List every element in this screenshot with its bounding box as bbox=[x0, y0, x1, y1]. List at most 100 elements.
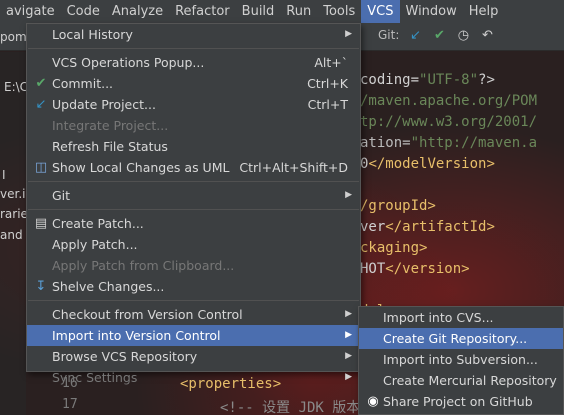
menu-tools[interactable]: Tools bbox=[317, 0, 361, 23]
menu-item-integrate-project: Integrate Project... bbox=[27, 115, 360, 136]
code-token: </modelVersion> bbox=[368, 156, 495, 172]
menu-item-label: Create Patch... bbox=[52, 216, 144, 231]
project-tree-text: pom bbox=[0, 30, 27, 44]
menu-item-commit[interactable]: ✔ Commit... Ctrl+K bbox=[27, 73, 360, 94]
import-vcs-submenu: Import into CVS... Create Git Repository.… bbox=[358, 306, 564, 415]
menu-item-label: Refresh File Status bbox=[52, 139, 168, 154]
menu-item-label: Browse VCS Repository bbox=[52, 349, 198, 364]
menu-refactor[interactable]: Refactor bbox=[169, 0, 236, 23]
code-token: "http://maven.a bbox=[410, 135, 538, 151]
menu-item-create-patch[interactable]: ▤ Create Patch... bbox=[27, 213, 360, 234]
menu-separator bbox=[28, 181, 359, 182]
menu-item-label: Shelve Changes... bbox=[52, 279, 165, 294]
commit-check-icon[interactable]: ✔ bbox=[431, 27, 447, 43]
submenu-arrow-icon: ▶ bbox=[345, 330, 352, 340]
menu-item-vcs-operations-popup[interactable]: VCS Operations Popup... Alt+` bbox=[27, 52, 360, 73]
menu-item-label: Checkout from Version Control bbox=[52, 307, 243, 322]
code-token: coding= bbox=[360, 72, 420, 88]
menu-avigate[interactable]: avigate bbox=[0, 0, 61, 23]
menu-item-import-into-cvs[interactable]: Import into CVS... bbox=[359, 307, 563, 328]
menu-item-show-local-changes-as-uml[interactable]: ◫ Show Local Changes as UML Ctrl+Alt+Shift… bbox=[27, 157, 360, 178]
menu-item-label: Update Project... bbox=[52, 97, 156, 112]
code-line: ver</artifactId> bbox=[360, 217, 564, 238]
menu-separator bbox=[28, 209, 359, 210]
menu-item-local-history[interactable]: Local History ▶ bbox=[27, 24, 360, 45]
menu-item-checkout-from-version-control[interactable]: Checkout from Version Control ▶ bbox=[27, 304, 360, 325]
menu-item-create-mercurial-repository[interactable]: Create Mercurial Repository bbox=[359, 370, 563, 391]
code-token: /maven.apache.org/POM bbox=[360, 93, 538, 109]
shortcut-text: Ctrl+T bbox=[307, 97, 348, 112]
code-token: "UTF-8" bbox=[419, 72, 479, 88]
submenu-arrow-icon: ▶ bbox=[345, 190, 352, 200]
menu-item-refresh-file-status[interactable]: Refresh File Status bbox=[27, 136, 360, 157]
menu-item-apply-patch-from-clipboard: Apply Patch from Clipboard... bbox=[27, 255, 360, 276]
menu-item-label: Create Git Repository... bbox=[383, 331, 528, 346]
menu-item-label: Integrate Project... bbox=[52, 118, 169, 133]
submenu-arrow-icon: ▶ bbox=[345, 351, 352, 361]
code-line: HOT</version> bbox=[360, 259, 564, 280]
menu-run[interactable]: Run bbox=[280, 0, 317, 23]
vcs-dropdown-menu: Local History ▶ VCS Operations Popup... Alt… bbox=[26, 23, 361, 385]
code-line: ation="http://maven.a bbox=[360, 133, 564, 154]
code-token: ation= bbox=[360, 135, 411, 151]
shortcut-text: Ctrl+K bbox=[307, 76, 348, 91]
menu-item-label: VCS Operations Popup... bbox=[52, 55, 205, 70]
update-project-icon[interactable]: ↙ bbox=[407, 27, 423, 43]
menu-item-create-git-repository[interactable]: Create Git Repository... bbox=[359, 328, 563, 349]
menu-vcs[interactable]: VCS bbox=[361, 0, 400, 23]
menu-analyze[interactable]: Analyze bbox=[106, 0, 169, 23]
code-token: </artifactId> bbox=[385, 219, 495, 235]
menu-item-browse-vcs-repository[interactable]: Browse VCS Repository ▶ bbox=[27, 346, 360, 367]
menu-item-update-project[interactable]: ↙ Update Project... Ctrl+T bbox=[27, 94, 360, 115]
code-line: tp://www.w3.org/2001/ bbox=[360, 112, 564, 133]
code-token: ckaging> bbox=[360, 240, 428, 256]
code-token: ver bbox=[360, 219, 386, 235]
code-token: ?> bbox=[478, 72, 495, 88]
patch-icon: ▤ bbox=[34, 216, 48, 231]
code-token: </version> bbox=[385, 261, 470, 277]
code-editor: coding="UTF-8"?> /maven.apache.org/POM tp:… bbox=[360, 70, 564, 322]
menu-item-label: Apply Patch from Clipboard... bbox=[52, 258, 235, 273]
menu-code[interactable]: Code bbox=[61, 0, 106, 23]
code-line: /maven.apache.org/POM bbox=[360, 91, 564, 112]
menu-separator bbox=[28, 48, 359, 49]
github-icon: ◉ bbox=[367, 394, 379, 409]
project-tree-text: I bbox=[2, 168, 6, 182]
submenu-arrow-icon: ▶ bbox=[345, 29, 352, 39]
menu-item-import-into-version-control[interactable]: Import into Version Control ▶ bbox=[27, 325, 360, 346]
rollback-icon[interactable]: ↶ bbox=[479, 27, 495, 43]
code-line: /groupId> bbox=[360, 196, 564, 217]
menu-item-label: Create Mercurial Repository bbox=[383, 373, 557, 388]
menu-item-label: Local History bbox=[52, 27, 133, 42]
uml-icon: ◫ bbox=[34, 160, 48, 175]
shortcut-text: Alt+` bbox=[314, 55, 348, 70]
line-number: 17 bbox=[62, 397, 78, 412]
code-line: ckaging> bbox=[360, 238, 564, 259]
vcs-toolbar-group: Git: ↙ ✔ ◷ ↶ bbox=[378, 27, 495, 43]
code-token: tp://www.w3.org/2001/ bbox=[360, 114, 538, 130]
menu-item-sync-settings: Sync Settings ▶ bbox=[27, 367, 360, 388]
menu-item-label: Git bbox=[52, 188, 71, 203]
check-icon: ✔ bbox=[35, 76, 47, 91]
menu-item-label: Share Project on GitHub bbox=[383, 394, 533, 409]
menu-item-import-into-subversion[interactable]: Import into Subversion... bbox=[359, 349, 563, 370]
menu-separator bbox=[28, 300, 359, 301]
menu-item-share-project-on-github[interactable]: ◉ Share Project on GitHub bbox=[359, 391, 563, 412]
menu-build[interactable]: Build bbox=[236, 0, 281, 23]
menu-item-apply-patch[interactable]: Apply Patch... bbox=[27, 234, 360, 255]
submenu-arrow-icon: ▶ bbox=[345, 372, 352, 382]
menu-item-shelve-changes[interactable]: ↧ Shelve Changes... bbox=[27, 276, 360, 297]
code-comment: <!-- 设置 JDK 版本 bbox=[220, 400, 361, 415]
menu-window[interactable]: Window bbox=[400, 0, 463, 23]
update-arrow-icon: ↙ bbox=[35, 97, 47, 112]
menu-item-label: Commit... bbox=[52, 76, 114, 91]
submenu-arrow-icon: ▶ bbox=[345, 309, 352, 319]
code-line: coding="UTF-8"?> bbox=[360, 70, 564, 91]
menu-item-git[interactable]: Git ▶ bbox=[27, 185, 360, 206]
menu-help[interactable]: Help bbox=[463, 0, 505, 23]
history-clock-icon[interactable]: ◷ bbox=[455, 27, 471, 43]
code-line: 0</modelVersion> bbox=[360, 154, 564, 175]
code-token: /groupId> bbox=[360, 198, 436, 214]
